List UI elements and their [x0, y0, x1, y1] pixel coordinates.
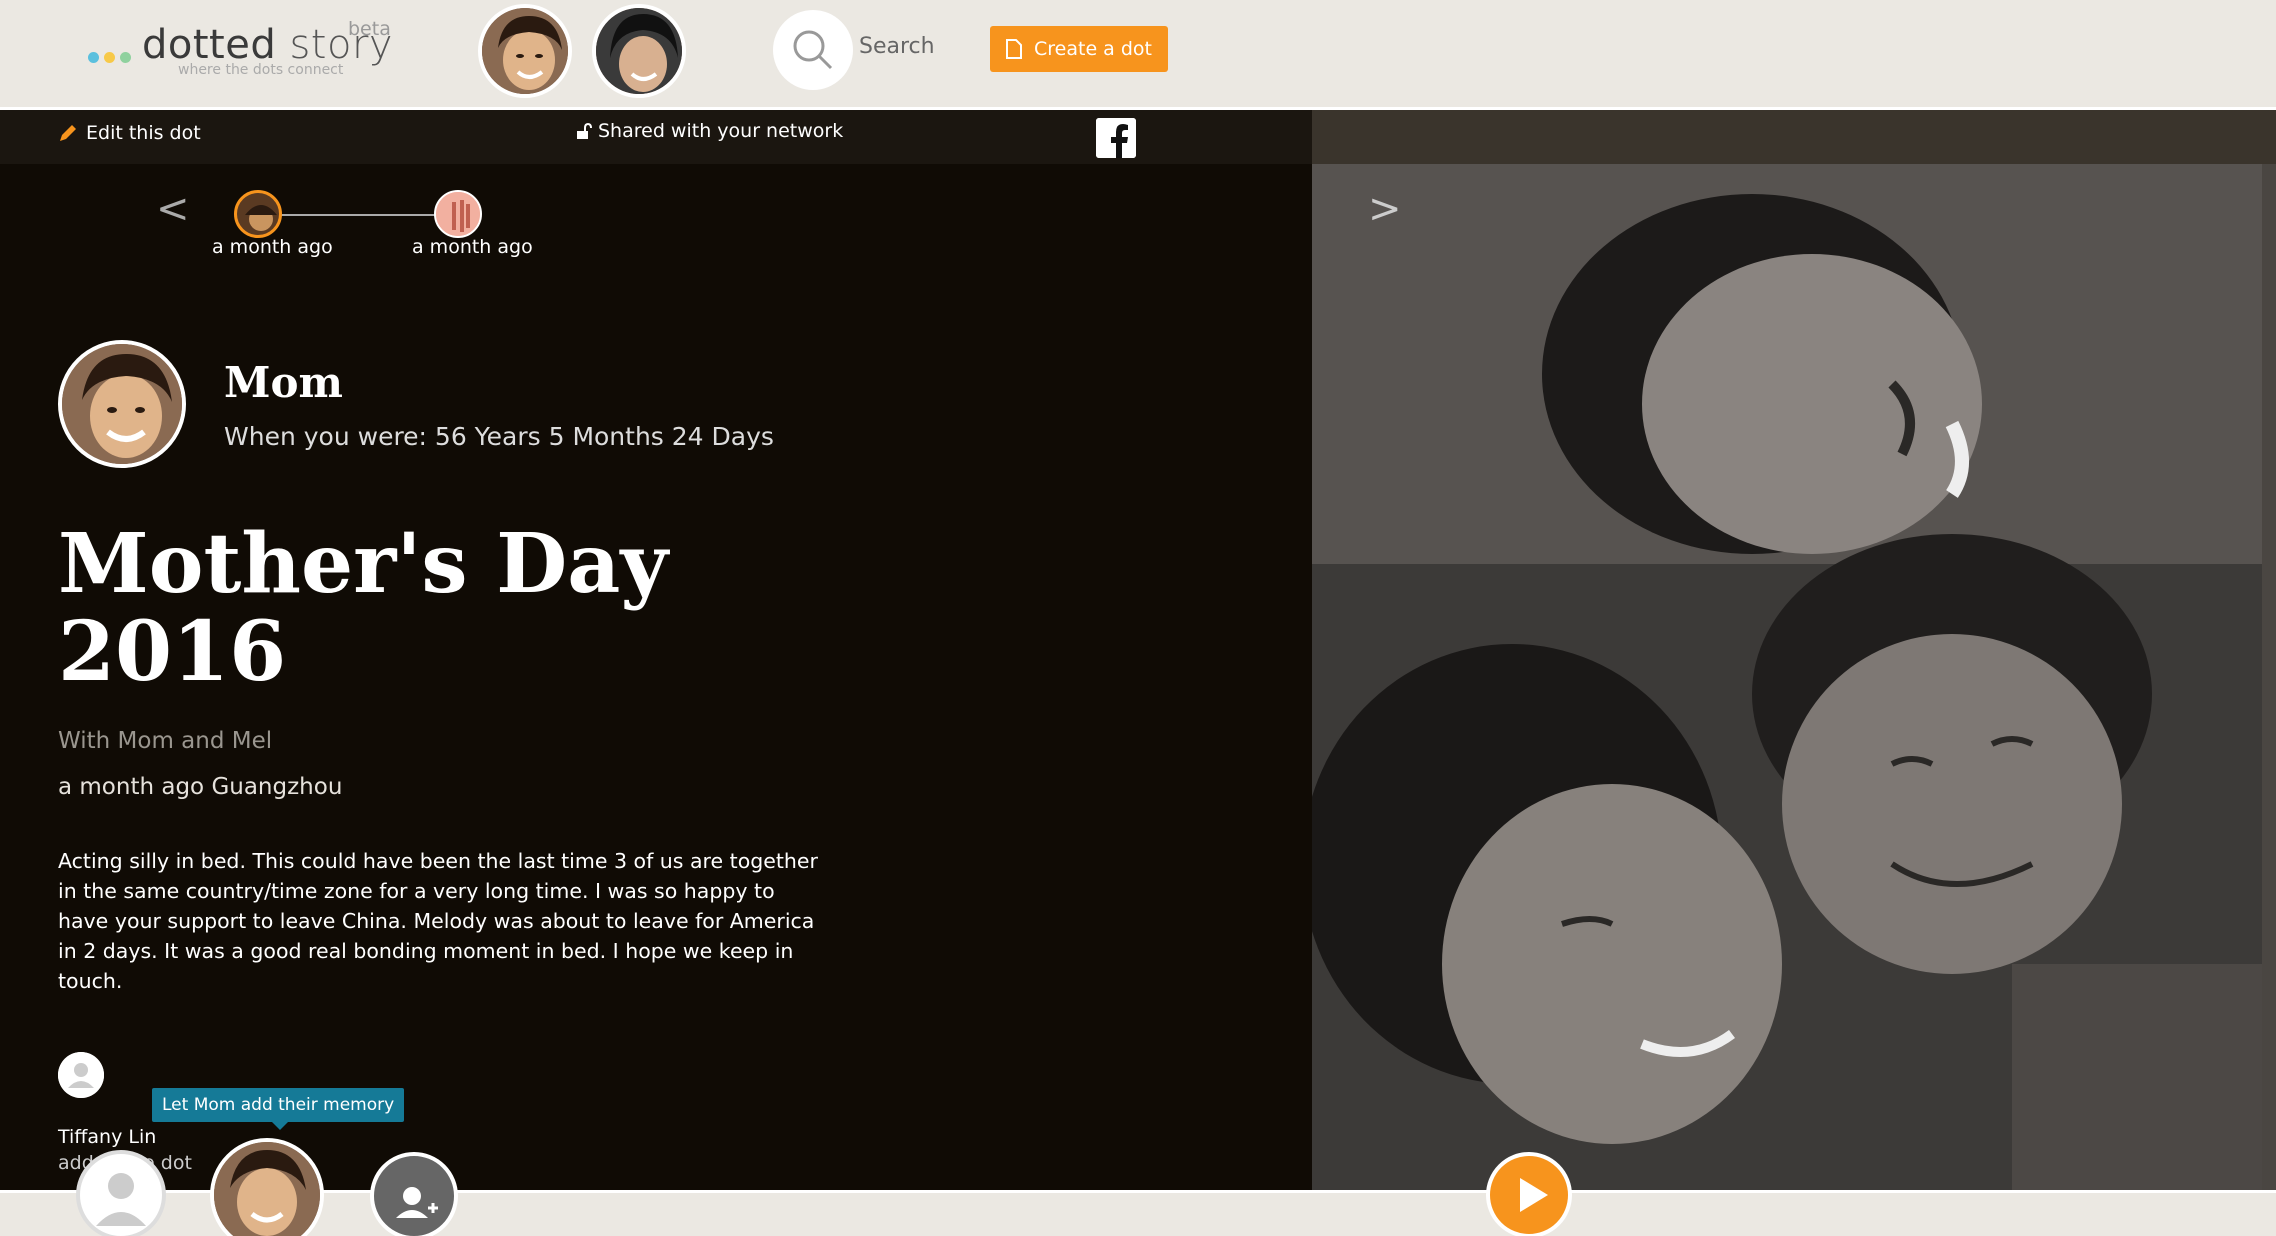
timeline-connector — [280, 214, 435, 216]
person-age: When you were: 56 Years 5 Months 24 Days — [224, 422, 774, 451]
play-button[interactable] — [1486, 1152, 1572, 1236]
invite-person-button[interactable] — [370, 1152, 458, 1236]
logo-dots — [88, 48, 136, 63]
create-dot-label: Create a dot — [1034, 38, 1152, 60]
bottom-user-avatar[interactable] — [76, 1150, 166, 1236]
pencil-icon — [60, 125, 76, 141]
search-label: Search — [859, 34, 935, 59]
bottom-bar — [0, 1190, 2276, 1236]
search-box[interactable]: Search — [773, 10, 973, 90]
dot-title-line-2: 2016 — [58, 604, 287, 700]
timeline-dot-1[interactable] — [234, 190, 282, 238]
contributor-avatar[interactable] — [58, 1052, 104, 1098]
timeline-label-1: a month ago — [212, 236, 333, 258]
share-status[interactable]: Shared with your network — [576, 120, 843, 142]
next-dot-arrow[interactable]: > — [1368, 186, 1402, 232]
dot-with: With Mom and Mel — [58, 728, 273, 754]
photo-panel — [1312, 110, 2276, 1194]
timeline-prev-arrow[interactable]: < — [156, 186, 190, 232]
dot-when-where: a month ago Guangzhou — [58, 774, 343, 800]
header-avatar-user[interactable] — [592, 4, 686, 98]
logo-beta: beta — [348, 18, 391, 40]
dot-toolbar: Edit this dot Shared with your network — [0, 110, 1312, 164]
logo-tagline: where the dots connect — [178, 62, 344, 78]
add-memory-tooltip: Let Mom add their memory — [152, 1088, 405, 1130]
user-icon — [58, 1052, 104, 1098]
photo-top-band — [1312, 110, 2276, 164]
logo[interactable]: dotted story beta where the dots connect — [88, 18, 398, 82]
contributor-name[interactable]: Tiffany Lin — [58, 1126, 156, 1148]
share-status-label: Shared with your network — [598, 120, 844, 142]
top-header: dotted story beta where the dots connect — [0, 0, 2276, 110]
document-icon — [1006, 39, 1022, 59]
edit-dot-link[interactable]: Edit this dot — [58, 122, 201, 144]
timeline-dot-2[interactable] — [434, 190, 482, 238]
header-avatar-mom[interactable] — [478, 4, 572, 98]
add-person-icon — [396, 1187, 438, 1218]
person-avatar[interactable] — [58, 340, 186, 468]
page: dotted story beta where the dots connect — [0, 0, 2276, 1236]
search-button[interactable] — [773, 10, 853, 90]
person-name[interactable]: Mom — [224, 358, 343, 407]
unlock-icon — [577, 123, 592, 139]
dot-description: Acting silly in bed. This could have bee… — [58, 849, 818, 993]
timeline-label-2: a month ago — [412, 236, 533, 258]
create-dot-button[interactable]: Create a dot — [990, 26, 1168, 72]
dot-title-line-1: Mother's Day — [58, 516, 669, 612]
search-icon — [793, 30, 833, 70]
dot-detail-panel: Edit this dot Shared with your network < — [0, 110, 1312, 1190]
edit-dot-label: Edit this dot — [86, 122, 201, 144]
facebook-icon[interactable] — [1096, 118, 1136, 158]
dot-title: Mother's Day 2016 — [58, 520, 758, 696]
user-add-icon — [96, 1173, 146, 1226]
dot-photo[interactable] — [1312, 164, 2262, 1194]
play-icon — [1520, 1178, 1548, 1212]
